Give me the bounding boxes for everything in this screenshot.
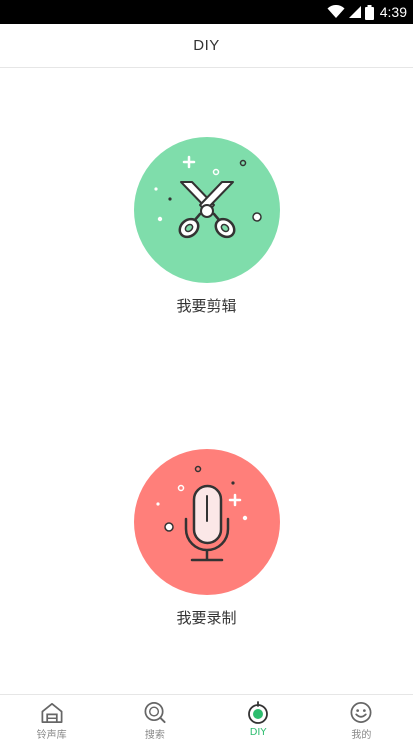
smiley-icon — [350, 702, 372, 723]
scissors-icon — [153, 155, 262, 239]
battery-icon — [364, 4, 374, 20]
status-bar: 4:39 — [0, 0, 413, 24]
nav-item-mine[interactable]: 我的 — [310, 695, 413, 741]
nav-label: 搜索 — [144, 730, 165, 741]
wifi-icon — [327, 5, 345, 18]
feature-clip: 我要剪辑 — [0, 137, 413, 316]
nav-label: 我的 — [351, 730, 372, 741]
clip-label: 我要剪辑 — [176, 297, 237, 315]
nav-label: 铃声库 — [36, 730, 67, 741]
title-bar: DIY — [0, 24, 413, 68]
status-time: 4:39 — [379, 4, 407, 20]
feature-record: 我要录制 — [0, 449, 413, 628]
page-title: DIY — [193, 37, 220, 54]
record-button[interactable] — [133, 449, 280, 595]
nav-item-search[interactable]: 搜索 — [103, 695, 206, 741]
status-icons: 4:39 — [327, 3, 407, 21]
nav-label: DIY — [249, 727, 267, 738]
house-icon — [41, 702, 63, 723]
signal-icon — [348, 6, 361, 18]
clip-button[interactable] — [133, 137, 280, 283]
diy-icon — [248, 701, 269, 724]
nav-item-diy[interactable]: DIY — [207, 695, 310, 741]
search-icon — [144, 702, 166, 724]
bottom-nav: 铃声库 搜索 DIY 我的 — [0, 694, 413, 741]
nav-item-ringtone-library[interactable]: 铃声库 — [0, 695, 103, 741]
record-label: 我要录制 — [176, 609, 237, 627]
microphone-icon — [155, 465, 247, 562]
